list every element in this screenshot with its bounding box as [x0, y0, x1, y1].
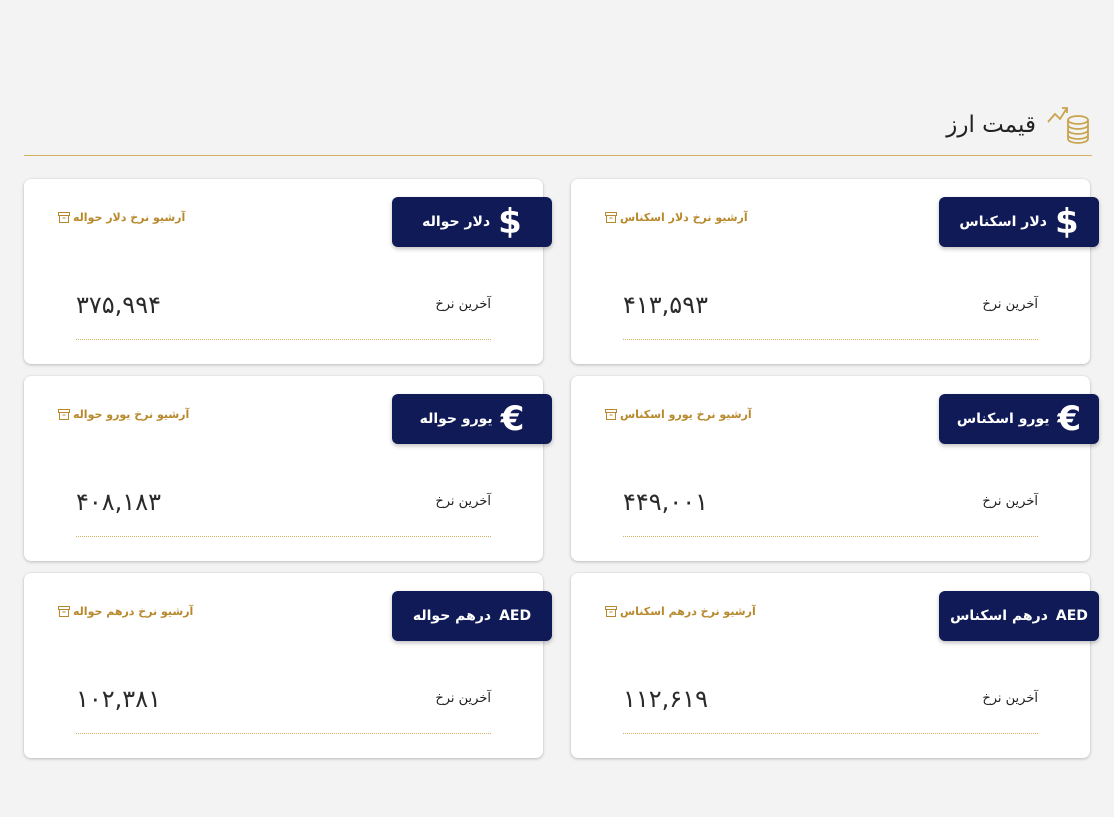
header-divider: [24, 155, 1092, 156]
rate-card-euro-cash: € یورو اسکناس آرشیو نرخ یورو اسکناس آخری…: [571, 376, 1099, 561]
aed-icon: AED: [499, 608, 532, 624]
currency-badge: AED درهم اسکناس: [939, 591, 1099, 641]
archive-icon: [605, 212, 617, 223]
latest-rate-value: ۴۰۸,۱۸۳: [76, 488, 161, 516]
currency-badge: AED درهم حواله: [392, 591, 552, 641]
currency-label: یورو حواله: [419, 411, 493, 427]
currency-badge: € یورو اسکناس: [939, 394, 1099, 444]
archive-icon: [605, 409, 617, 420]
latest-rate-value: ۳۷۵,۹۹۴: [76, 291, 161, 319]
card-divider: [76, 733, 491, 734]
currency-label: یورو اسکناس: [956, 411, 1050, 427]
page-header: قیمت ارز: [946, 100, 1092, 146]
currency-badge: € یورو حواله: [392, 394, 552, 444]
archive-label: آرشیو نرخ درهم حواله: [73, 605, 194, 618]
currency-label: درهم اسکناس: [950, 608, 1048, 624]
card-divider: [623, 536, 1038, 537]
latest-rate-label: آخرین نرخ: [435, 297, 491, 312]
card-divider: [623, 733, 1038, 734]
latest-rate-value: ۴۱۳,۵۹۳: [623, 291, 708, 319]
archive-link[interactable]: آرشیو نرخ درهم حواله: [58, 605, 193, 618]
aed-icon: AED: [1055, 608, 1088, 624]
archive-label: آرشیو نرخ یورو حواله: [73, 408, 190, 421]
rate-card-euro-remittance: € یورو حواله آرشیو نرخ یورو حواله آخرین …: [24, 376, 552, 561]
currency-badge: $ دلار حواله: [392, 197, 552, 247]
archive-label: آرشیو نرخ درهم اسکناس: [620, 605, 756, 618]
page-title: قیمت ارز: [946, 112, 1036, 138]
card-divider: [76, 536, 491, 537]
archive-icon: [58, 212, 70, 223]
archive-link[interactable]: آرشیو نرخ یورو حواله: [58, 408, 189, 421]
latest-rate-value: ۱۰۲,۳۸۱: [76, 685, 161, 713]
latest-rate-label: آخرین نرخ: [982, 494, 1038, 509]
latest-rate-label: آخرین نرخ: [435, 494, 491, 509]
archive-label: آرشیو نرخ دلار اسکناس: [620, 211, 748, 224]
archive-label: آرشیو نرخ یورو اسکناس: [620, 408, 752, 421]
archive-icon: [58, 606, 70, 617]
archive-link[interactable]: آرشیو نرخ دلار حواله: [58, 211, 185, 224]
archive-link[interactable]: آرشیو نرخ درهم اسکناس: [605, 605, 756, 618]
rate-card-dollar-remittance: $ دلار حواله آرشیو نرخ دلار حواله آخرین …: [24, 179, 552, 364]
dollar-icon: $: [498, 202, 522, 242]
currency-label: دلار اسکناس: [959, 214, 1047, 230]
archive-link[interactable]: آرشیو نرخ یورو اسکناس: [605, 408, 752, 421]
archive-label: آرشیو نرخ دلار حواله: [73, 211, 186, 224]
archive-icon: [58, 409, 70, 420]
coins-chart-icon: [1047, 107, 1089, 144]
latest-rate-label: آخرین نرخ: [435, 691, 491, 706]
archive-link[interactable]: آرشیو نرخ دلار اسکناس: [605, 211, 748, 224]
dollar-icon: $: [1054, 202, 1079, 242]
archive-icon: [605, 606, 617, 617]
latest-rate-label: آخرین نرخ: [982, 691, 1038, 706]
rate-card-dirham-remittance: AED درهم حواله آرشیو نرخ درهم حواله آخری…: [24, 573, 552, 758]
card-divider: [76, 339, 491, 340]
euro-icon: €: [500, 399, 525, 439]
card-divider: [623, 339, 1038, 340]
currency-badge: $ دلار اسکناس: [939, 197, 1099, 247]
latest-rate-label: آخرین نرخ: [982, 297, 1038, 312]
rate-card-dollar-cash: $ دلار اسکناس آرشیو نرخ دلار اسکناس آخری…: [571, 179, 1099, 364]
rate-card-dirham-cash: AED درهم اسکناس آرشیو نرخ درهم اسکناس آخ…: [571, 573, 1099, 758]
currency-label: درهم حواله: [412, 608, 492, 624]
latest-rate-value: ۴۴۹,۰۰۱: [623, 488, 708, 516]
euro-icon: €: [1057, 399, 1082, 439]
latest-rate-value: ۱۱۲,۶۱۹: [623, 685, 708, 713]
currency-label: دلار حواله: [422, 214, 491, 230]
